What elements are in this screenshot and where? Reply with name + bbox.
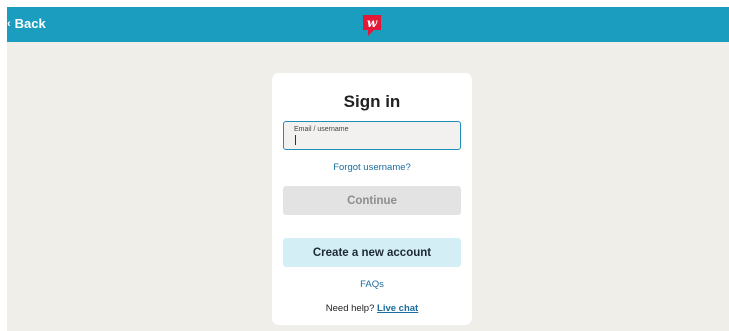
- create-account-button[interactable]: Create a new account: [283, 238, 461, 267]
- continue-button[interactable]: Continue: [283, 186, 461, 215]
- top-bar: ‹ Back w: [7, 7, 729, 42]
- faqs-link[interactable]: FAQs: [272, 279, 472, 290]
- email-input[interactable]: [294, 134, 454, 146]
- app-frame: ‹ Back w Sign in Email / username Forgot…: [7, 7, 729, 331]
- back-button[interactable]: ‹ Back: [7, 15, 46, 33]
- walgreens-logo-icon: w: [363, 15, 381, 36]
- email-field-label: Email / username: [294, 126, 349, 133]
- signin-card: Sign in Email / username Forgot username…: [272, 73, 472, 325]
- page-title: Sign in: [343, 92, 401, 111]
- live-chat-link[interactable]: Live chat: [377, 303, 418, 314]
- brand-logo[interactable]: w: [362, 14, 382, 37]
- chevron-left-icon: ‹: [7, 18, 11, 30]
- logo-letter: w: [367, 16, 378, 30]
- forgot-username-link[interactable]: Forgot username?: [272, 162, 472, 173]
- email-field[interactable]: Email / username: [283, 121, 461, 150]
- help-prefix: Need help?: [325, 303, 375, 314]
- text-caret: [295, 135, 296, 145]
- back-label: Back: [14, 16, 46, 31]
- help-text: Need help? Live chat: [272, 303, 472, 314]
